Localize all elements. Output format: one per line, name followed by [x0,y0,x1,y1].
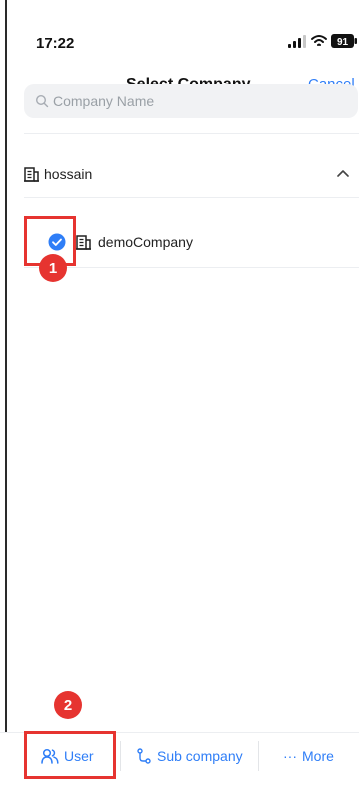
chevron-up-icon[interactable] [337,169,349,177]
more-button-label: More [302,748,334,764]
annotation-box-2 [24,731,116,779]
list-divider-middle [24,197,359,198]
sub-company-button[interactable]: Sub company [136,744,243,768]
app-screen: 17:22 91 Company Name hossain demoCompan… [0,0,359,785]
hierarchy-icon [137,748,151,764]
status-bar: 17:22 91 [0,0,359,64]
left-edge-line [5,0,7,785]
status-time: 17:22 [36,35,75,52]
list-divider-bottom [24,267,359,268]
parent-company-row[interactable]: hossain [24,153,359,197]
sub-company-button-label: Sub company [157,748,243,764]
annotation-badge-2: 2 [54,691,82,719]
signal-icon [288,35,306,48]
parent-company-label: hossain [44,166,93,182]
list-divider-top [24,133,359,134]
more-dots-icon: ··· [283,748,297,764]
building-icon [76,235,91,250]
search-box[interactable] [24,84,358,118]
svg-text:91: 91 [337,37,349,48]
search-icon [35,94,49,108]
status-icons-svg: 91 [288,34,357,48]
status-icons: 91 [288,31,358,51]
wifi-icon [311,35,327,46]
child-company-label: demoCompany [98,234,193,250]
search-input[interactable] [53,84,333,118]
bottom-separator-1 [120,741,121,771]
annotation-badge-1: 1 [39,254,67,282]
building-icon [24,167,39,182]
battery-icon: 91 [331,34,357,48]
more-button[interactable]: ··· More [283,744,334,768]
bottom-separator-2 [258,741,259,771]
